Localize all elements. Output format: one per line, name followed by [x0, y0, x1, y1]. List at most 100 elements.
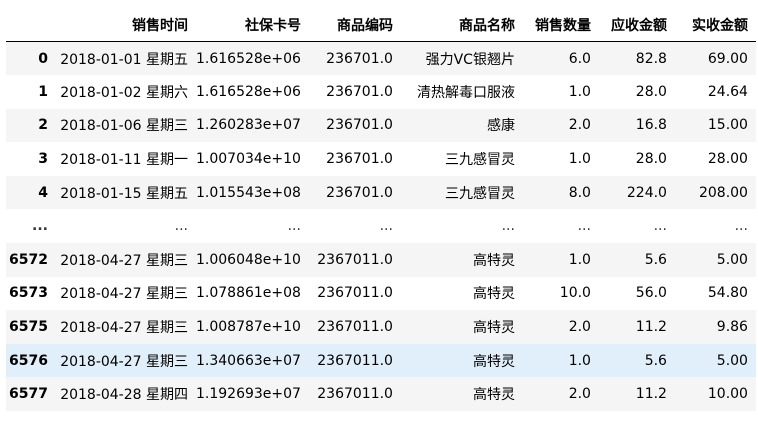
cell-card-number: 1.340663e+07 [196, 352, 301, 369]
column-header-sale-time: 销售时间 [56, 8, 196, 42]
cell-amount-paid: ... [734, 218, 748, 235]
cell-sale-time: 2018-01-02 星期六 [60, 84, 188, 101]
cell-amount-due: 5.6 [644, 352, 667, 369]
cell-amount-due: 11.2 [635, 319, 667, 336]
cell-sale-time: 2018-01-06 星期三 [60, 118, 188, 135]
cell-product-code: 236701.0 [326, 151, 393, 168]
row-index: 6572 [9, 251, 48, 268]
cell-amount-paid: 208.00 [698, 184, 748, 201]
column-header-amount-paid: 实收金额 [674, 8, 756, 42]
cell-card-number: 1.006048e+10 [196, 251, 301, 268]
cell-amount-due: 5.6 [644, 251, 667, 268]
cell-quantity: 2.0 [568, 319, 591, 336]
cell-amount-paid: 69.00 [707, 50, 748, 67]
cell-amount-due: 56.0 [635, 285, 667, 302]
cell-quantity: 1.0 [568, 151, 591, 168]
cell-product-code: 236701.0 [326, 184, 393, 201]
cell-card-number: 1.260283e+07 [196, 117, 301, 134]
cell-product-name: 三九感冒灵 [444, 152, 515, 169]
row-index: 6573 [9, 285, 48, 302]
row-index: ... [32, 218, 48, 235]
row-index: 0 [38, 50, 48, 67]
cell-product-code: 236701.0 [326, 83, 393, 100]
column-header-product-code: 商品编码 [308, 8, 401, 42]
table-row: 6573 2018-04-27 星期三 1.078861e+08 2367011.0 高… [6, 276, 756, 311]
cell-product-name: 三九感冒灵 [444, 185, 515, 202]
table-header: 销售时间 社保卡号 商品编码 商品名称 销售数量 应收金额 实收金额 [6, 8, 756, 42]
cell-product-name: ... [501, 218, 515, 235]
cell-amount-paid: 9.86 [716, 319, 748, 336]
cell-amount-paid: 10.00 [707, 386, 748, 403]
cell-product-name: 高特灵 [472, 387, 515, 404]
column-header-amount-due: 应收金额 [598, 8, 675, 42]
cell-amount-paid: 28.00 [707, 151, 748, 168]
cell-sale-time: 2018-01-11 星期一 [60, 152, 188, 169]
cell-sale-time: 2018-04-27 星期三 [60, 353, 188, 370]
cell-quantity: 6.0 [568, 50, 591, 67]
cell-amount-due: 16.8 [635, 117, 667, 134]
cell-product-code: 2367011.0 [317, 285, 393, 302]
row-index: 4 [38, 184, 48, 201]
table-body: 0 2018-01-01 星期五 1.616528e+06 236701.0 强力VC银… [6, 41, 756, 412]
row-index: 6577 [9, 386, 48, 403]
cell-product-code: 2367011.0 [317, 251, 393, 268]
cell-card-number: 1.007034e+10 [196, 151, 301, 168]
cell-amount-paid: 5.00 [716, 352, 748, 369]
cell-card-number: 1.008787e+10 [196, 319, 301, 336]
cell-quantity: 2.0 [568, 117, 591, 134]
cell-amount-due: 11.2 [635, 386, 667, 403]
cell-amount-due: 28.0 [635, 151, 667, 168]
table-row: 2 2018-01-06 星期三 1.260283e+07 236701.0 感康 2.0… [6, 108, 756, 143]
column-header-card-number: 社保卡号 [196, 8, 309, 42]
table-row: 6575 2018-04-27 星期三 1.008787e+10 2367011.0 高… [6, 310, 756, 344]
table-row: 0 2018-01-01 星期五 1.616528e+06 236701.0 强力VC银… [6, 41, 756, 76]
column-header-product-name: 商品名称 [400, 8, 523, 42]
table-row: 1 2018-01-02 星期六 1.616528e+06 236701.0 清热解毒口… [6, 75, 756, 109]
cell-sale-time: 2018-04-28 星期四 [60, 387, 188, 404]
column-header-quantity: 销售数量 [522, 8, 599, 42]
cell-quantity: 1.0 [568, 251, 591, 268]
cell-card-number: 1.616528e+06 [196, 83, 301, 100]
cell-sale-time: 2018-04-27 星期三 [60, 320, 188, 337]
cell-product-code: 2367011.0 [317, 319, 393, 336]
cell-quantity: 1.0 [568, 83, 591, 100]
cell-amount-paid: 24.64 [707, 83, 748, 100]
cell-sale-time: 2018-04-27 星期三 [60, 252, 188, 269]
cell-amount-due: ... [653, 218, 667, 235]
cell-product-code: 236701.0 [326, 117, 393, 134]
cell-sale-time: 2018-01-01 星期五 [60, 51, 188, 68]
table-row: 6577 2018-04-28 星期四 1.192693e+07 2367011.0 高… [6, 377, 756, 412]
ellipsis-row: ........................ [6, 209, 756, 244]
cell-amount-due: 82.8 [635, 50, 667, 67]
cell-quantity: ... [577, 218, 591, 235]
cell-card-number: 1.616528e+06 [196, 50, 301, 67]
cell-card-number: 1.192693e+07 [196, 386, 301, 403]
cell-amount-due: 224.0 [626, 184, 667, 201]
cell-product-name: 高特灵 [472, 353, 515, 370]
cell-product-name: 强力VC银翘片 [425, 51, 515, 68]
index-header [6, 8, 56, 42]
cell-product-name: 感康 [486, 118, 515, 135]
cell-amount-paid: 5.00 [716, 251, 748, 268]
row-index: 2 [38, 117, 48, 134]
cell-product-name: 清热解毒口服液 [416, 84, 515, 101]
table-row: 6572 2018-04-27 星期三 1.006048e+10 2367011.0 高… [6, 243, 756, 277]
cell-quantity: 10.0 [559, 285, 591, 302]
cell-product-name: 高特灵 [472, 286, 515, 303]
cell-card-number: ... [287, 218, 301, 235]
table-row: 3 2018-01-11 星期一 1.007034e+10 236701.0 三九感冒灵… [6, 142, 756, 176]
cell-product-code: 236701.0 [326, 50, 393, 67]
table-row: 6576 2018-04-27 星期三 1.340663e+07 2367011.0 高… [6, 343, 756, 378]
row-index: 6576 [9, 352, 48, 369]
table-row: 4 2018-01-15 星期五 1.015543e+08 236701.0 三九感冒灵… [6, 175, 756, 210]
row-index: 6575 [9, 319, 48, 336]
cell-quantity: 2.0 [568, 386, 591, 403]
cell-product-code: 2367011.0 [317, 386, 393, 403]
cell-amount-paid: 15.00 [707, 117, 748, 134]
row-index: 3 [38, 151, 48, 168]
cell-product-code: 2367011.0 [317, 352, 393, 369]
cell-amount-paid: 54.80 [707, 285, 748, 302]
cell-sale-time: ... [174, 218, 188, 235]
dataframe-output: 销售时间 社保卡号 商品编码 商品名称 销售数量 应收金额 实收金额 0 2018… [6, 8, 756, 412]
cell-product-code: ... [379, 218, 393, 235]
